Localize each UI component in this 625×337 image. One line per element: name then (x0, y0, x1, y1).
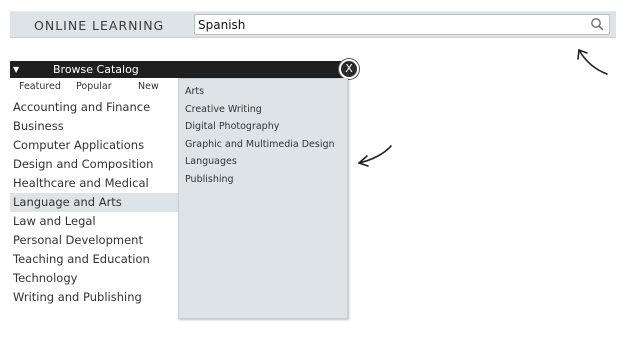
tab-popular[interactable]: Popular (76, 81, 112, 92)
category-item[interactable]: Accounting and Finance (10, 98, 178, 117)
subcategory-item[interactable]: Digital Photography (185, 118, 335, 136)
catalog-header[interactable]: ▼ Browse Catalog (10, 61, 348, 78)
search-box[interactable] (194, 14, 610, 35)
top-bar: ONLINE LEARNING (10, 11, 616, 38)
subcategory-list: Arts Creative Writing Digital Photograph… (185, 83, 335, 188)
category-item[interactable]: Healthcare and Medical (10, 174, 178, 193)
category-item[interactable]: Technology (10, 269, 178, 288)
catalog-title: Browse Catalog (53, 63, 139, 76)
category-item[interactable]: Personal Development (10, 231, 178, 250)
tab-new[interactable]: New (138, 81, 159, 92)
subcategory-panel: Arts Creative Writing Digital Photograph… (178, 78, 348, 319)
arrow-icon (577, 49, 608, 75)
subcategory-item[interactable]: Creative Writing (185, 101, 335, 119)
category-item[interactable]: Computer Applications (10, 136, 178, 155)
tab-featured[interactable]: Featured (19, 81, 61, 92)
search-icon[interactable] (590, 17, 604, 31)
category-item-selected[interactable]: Language and Arts (10, 193, 178, 212)
search-input[interactable] (198, 16, 578, 34)
category-item[interactable]: Business (10, 117, 178, 136)
category-item[interactable]: Design and Composition (10, 155, 178, 174)
subcategory-item[interactable]: Arts (185, 83, 335, 101)
category-list: Accounting and Finance Business Computer… (10, 98, 178, 307)
category-item[interactable]: Law and Legal (10, 212, 178, 231)
subcategory-item[interactable]: Publishing (185, 171, 335, 189)
catalog-tabs: Featured Popular New (10, 81, 178, 97)
brand-title: ONLINE LEARNING (34, 18, 165, 33)
arrow-icon (358, 145, 392, 167)
caret-down-icon[interactable]: ▼ (13, 65, 19, 74)
subcategory-item[interactable]: Graphic and Multimedia Design (185, 136, 335, 154)
category-item[interactable]: Teaching and Education (10, 250, 178, 269)
category-item[interactable]: Writing and Publishing (10, 288, 178, 307)
close-icon[interactable]: X (345, 62, 353, 75)
close-button[interactable]: X (339, 59, 359, 79)
subcategory-item[interactable]: Languages (185, 153, 335, 171)
